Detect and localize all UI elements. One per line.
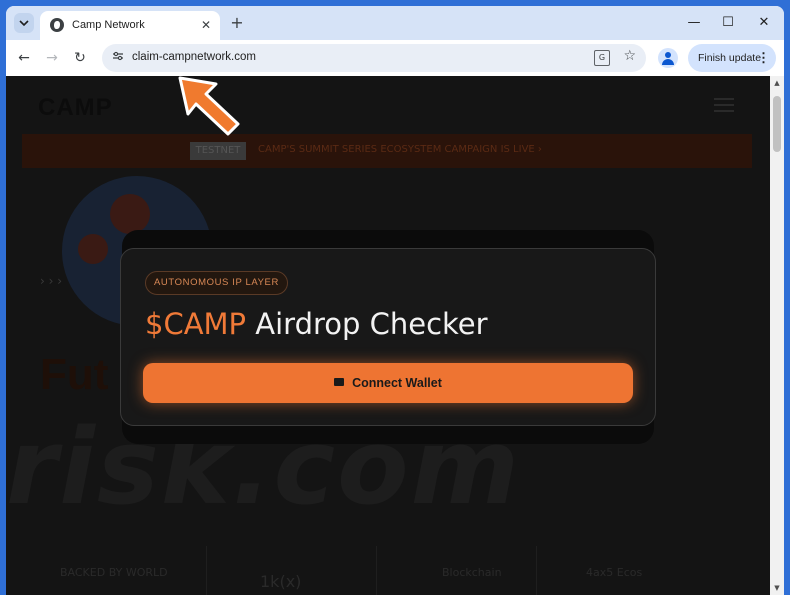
close-window-button[interactable]: ✕ — [752, 14, 776, 32]
maximize-button[interactable]: ☐ — [716, 14, 740, 32]
site-info-icon[interactable] — [110, 50, 126, 66]
footer-divider — [376, 546, 377, 595]
title-accent: $CAMP — [145, 307, 247, 341]
scrollbar-thumb[interactable] — [773, 96, 781, 152]
title-rest: Airdrop Checker — [246, 307, 488, 341]
finish-update-button[interactable]: Finish update ⋮ — [688, 44, 776, 72]
layer-badge: AUTONOMOUS IP LAYER — [145, 271, 288, 295]
connect-wallet-button[interactable]: Connect Wallet — [143, 363, 633, 403]
tab-camp-network[interactable]: Camp Network ✕ — [40, 11, 220, 40]
site-logo: CAMP — [38, 94, 113, 121]
hamburger-menu-icon — [714, 98, 734, 112]
scroll-down-icon[interactable]: ▼ — [770, 581, 784, 595]
tune-icon — [113, 51, 123, 61]
footer-item: BACKED BY WORLD — [60, 566, 168, 579]
hero-chevrons: › › › — [40, 274, 63, 288]
page-viewport: CAMP TESTNET CAMP'S SUMMIT SERIES ECOSYS… — [6, 76, 770, 595]
connect-wallet-label: Connect Wallet — [352, 376, 442, 390]
testnet-pill: TESTNET — [190, 142, 246, 160]
announcement-banner: TESTNET CAMP'S SUMMIT SERIES ECOSYSTEM C… — [22, 134, 752, 168]
new-tab-button[interactable]: + — [228, 14, 246, 32]
back-button[interactable]: ← — [14, 48, 34, 68]
page-scrollbar[interactable]: ▲ ▼ — [770, 76, 784, 595]
modal-title: $CAMP Airdrop Checker — [145, 307, 488, 341]
footer-item: 4ax5 Ecos — [586, 566, 643, 579]
footer-item: Blockchain — [442, 566, 502, 579]
hero-graphic-dot — [110, 194, 150, 234]
minimize-button[interactable]: — — [682, 14, 706, 32]
tab-search-button[interactable] — [14, 13, 34, 33]
hero-heading-fragment: Fut — [40, 350, 109, 399]
tab-close-icon[interactable]: ✕ — [198, 17, 214, 33]
scroll-up-icon[interactable]: ▲ — [770, 76, 784, 90]
annotation-arrow-icon — [178, 76, 240, 136]
url-text[interactable]: claim-campnetwork.com — [132, 51, 256, 63]
footer-item: 1k(x) — [260, 572, 302, 591]
airdrop-checker-modal: AUTONOMOUS IP LAYER $CAMP Airdrop Checke… — [120, 248, 656, 426]
more-menu-icon[interactable]: ⋮ — [757, 44, 770, 72]
globe-icon — [50, 18, 64, 32]
profile-avatar[interactable] — [658, 48, 678, 68]
tab-title: Camp Network — [72, 19, 145, 31]
hero-graphic-dot — [78, 234, 108, 264]
chevron-down-icon — [19, 20, 29, 27]
banner-text: CAMP'S SUMMIT SERIES ECOSYSTEM CAMPAIGN … — [258, 144, 542, 155]
reload-button[interactable]: ↻ — [70, 48, 90, 68]
forward-button[interactable]: → — [42, 48, 62, 68]
footer-divider — [206, 546, 207, 595]
tab-strip: Camp Network ✕ + — ☐ ✕ — [6, 6, 784, 40]
bookmark-star-icon[interactable]: ☆ — [623, 48, 636, 64]
wallet-icon — [334, 377, 345, 386]
browser-toolbar: ← → ↻ claim-campnetwork.com G ☆ Finish u… — [6, 40, 784, 76]
address-bar[interactable]: claim-campnetwork.com G ☆ — [102, 44, 646, 72]
browser-window: Camp Network ✕ + — ☐ ✕ ← → ↻ claim-campn… — [6, 6, 784, 595]
finish-update-label: Finish update — [698, 52, 762, 64]
footer-divider — [536, 546, 537, 595]
translate-icon[interactable]: G — [594, 50, 610, 66]
